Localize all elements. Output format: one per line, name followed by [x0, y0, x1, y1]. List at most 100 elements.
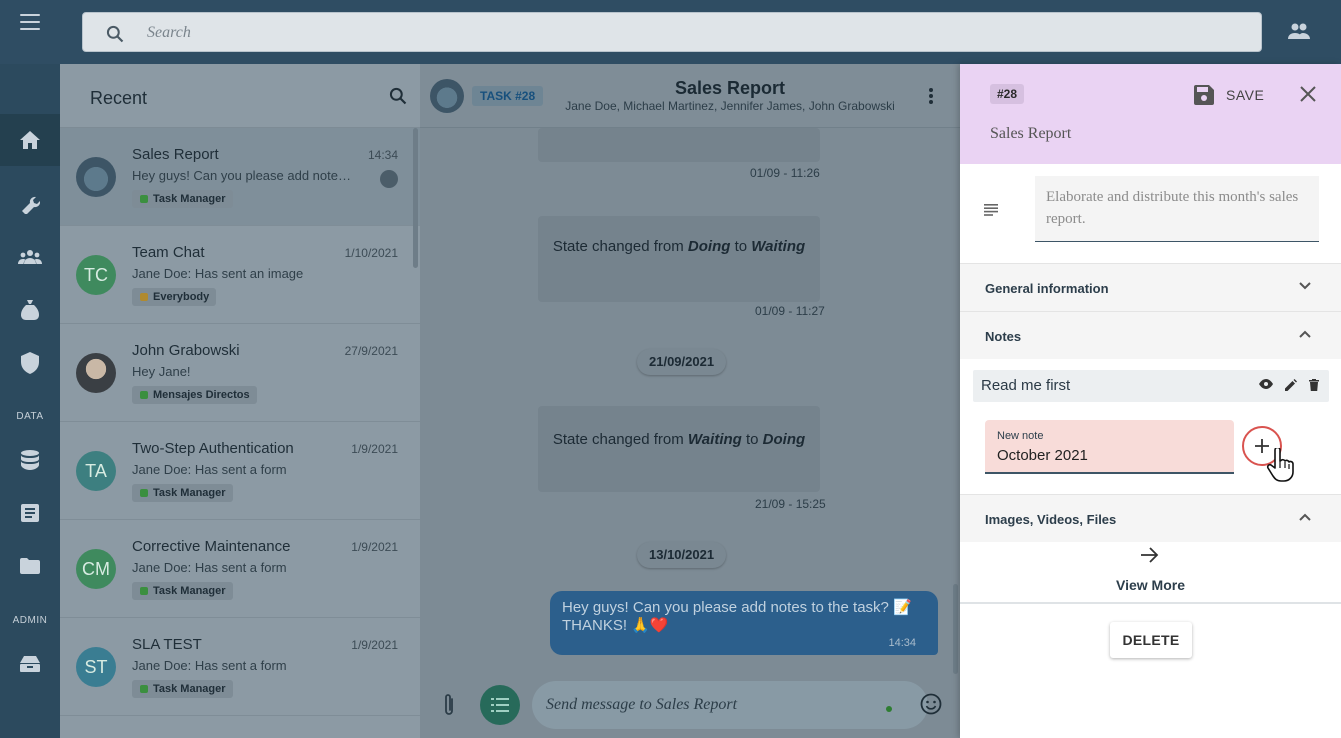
view-more-link[interactable]: View More [960, 542, 1341, 604]
system-message: State changed from Doing to Waiting [538, 216, 820, 302]
task-list-button[interactable] [480, 685, 520, 725]
save-button[interactable]: SAVE [1194, 84, 1264, 106]
document-icon [21, 504, 39, 522]
database-icon [21, 450, 39, 470]
delete-button[interactable]: DELETE [1110, 622, 1192, 658]
chat-name: Team Chat [132, 244, 205, 261]
tag-color-icon [140, 391, 148, 399]
chat-list-item[interactable]: TC Team Chat 1/10/2021 Jane Doe: Has sent a… [60, 226, 420, 324]
chat-avatar [76, 157, 116, 197]
chat-tag: Task Manager [132, 484, 233, 502]
chat-header: TASK #28 Sales Report Jane Doe, Michael … [420, 64, 960, 128]
tag-label: Everybody [153, 291, 210, 303]
description-field[interactable]: Elaborate and distribute this month's sa… [1035, 176, 1319, 242]
hamburger-menu-icon[interactable] [18, 12, 42, 32]
chat-snippet: Hey guys! Can you please add note… [132, 168, 351, 183]
wrench-icon [22, 196, 40, 214]
connection-dot [886, 706, 892, 712]
app-window: DATA ADMIN Recent Sales Report 14:34 Hey g… [0, 0, 1341, 738]
composer [420, 676, 960, 738]
section-label: Notes [985, 329, 1022, 344]
chat-name: SLA TEST [132, 636, 202, 653]
chat-avatar: TC [76, 255, 116, 295]
note-item[interactable]: Read me first [973, 370, 1329, 402]
section-images-videos-files[interactable]: Images, Videos, Files [960, 494, 1341, 542]
chat-tag: Task Manager [132, 582, 233, 600]
chat-tag: Mensajes Directos [132, 386, 257, 404]
save-label: SAVE [1226, 87, 1265, 103]
note-actions [1259, 379, 1319, 391]
search-input[interactable] [147, 21, 1147, 45]
chat-time: 1/10/2021 [344, 246, 398, 260]
section-label: Images, Videos, Files [985, 512, 1117, 527]
chat-avatar: CM [76, 549, 116, 589]
edit-icon[interactable] [1285, 379, 1297, 391]
tag-color-icon [140, 685, 148, 693]
recent-title: Recent [90, 88, 148, 108]
pin-icon[interactable] [380, 170, 398, 188]
more-vertical-icon[interactable] [924, 86, 938, 106]
close-icon[interactable] [1300, 86, 1316, 102]
chat-tag: Task Manager [132, 680, 233, 698]
sidebar-item-home[interactable] [0, 114, 60, 166]
message-text: State changed from [552, 238, 688, 255]
sidebar-item-security[interactable] [0, 337, 60, 389]
chat-name: Two-Step Authentication [132, 440, 294, 457]
sidebar: DATA ADMIN [0, 64, 60, 738]
contacts-icon[interactable] [1287, 22, 1311, 40]
sidebar-item-tools[interactable] [0, 178, 60, 230]
shield-icon [21, 352, 39, 374]
sidebar-item-groups[interactable] [0, 231, 60, 283]
chat-list-item[interactable]: Sales Report 14:34 Hey guys! Can you pleas… [60, 128, 420, 226]
search-icon[interactable] [388, 86, 408, 106]
sidebar-item-admin[interactable] [0, 638, 60, 690]
tag-color-icon [140, 195, 148, 203]
my-message-bubble[interactable]: Hey guys! Can you please add notes to th… [550, 591, 938, 655]
chat-snippet: Jane Doe: Has sent a form [132, 462, 287, 477]
tag-color-icon [140, 489, 148, 497]
task-detail-panel: #28 SAVE Sales Report Elaborate and dist… [960, 64, 1341, 738]
sidebar-item-documents[interactable] [0, 487, 60, 539]
view-icon[interactable] [1259, 379, 1273, 389]
date-divider: 21/09/2021 [637, 349, 727, 375]
chat-list-item[interactable]: ST SLA TEST 1/9/2021 Jane Doe: Has sent a f… [60, 618, 420, 716]
state-from: Waiting [687, 431, 742, 448]
search-bar[interactable] [82, 12, 1262, 52]
chat-avatar: ST [76, 647, 116, 687]
chat-tag: Everybody [132, 288, 217, 306]
save-icon [1194, 85, 1214, 105]
task-badge[interactable]: TASK #28 [472, 86, 544, 106]
message-time: 14:34 [888, 637, 916, 649]
message-time: 01/09 - 11:26 [750, 166, 820, 180]
message-input[interactable] [532, 681, 928, 729]
chat-time: 27/9/2021 [344, 344, 398, 358]
chat-name: John Grabowski [132, 342, 240, 359]
delete-icon[interactable] [1309, 379, 1319, 391]
chat-title: Sales Report [674, 78, 786, 98]
section-general-information[interactable]: General information [960, 263, 1341, 311]
chevron-up-icon [1299, 330, 1311, 338]
recent-chats-panel: Recent Sales Report 14:34 Hey guys! Can yo… [60, 64, 420, 738]
section-notes[interactable]: Notes [960, 311, 1341, 359]
sidebar-item-files[interactable] [0, 540, 60, 592]
chat-list-item[interactable]: John Grabowski 27/9/2021 Hey Jane! Mensajes… [60, 324, 420, 422]
sidebar-item-bag[interactable] [0, 284, 60, 336]
chat-snippet: Jane Doe: Has sent an image [132, 266, 304, 281]
chat-list-item[interactable]: CM Corrective Maintenance 1/9/2021 Jane Doe… [60, 520, 420, 618]
date-divider: 13/10/2021 [637, 542, 727, 568]
new-note-field[interactable]: New note [985, 420, 1234, 474]
chat-snippet: Jane Doe: Has sent a form [132, 560, 287, 575]
emoji-icon[interactable] [920, 693, 942, 715]
data-section-label: DATA [16, 411, 44, 422]
attach-icon[interactable] [442, 693, 456, 717]
search-icon [106, 25, 124, 43]
chat-list-item[interactable]: TA Two-Step Authentication 1/9/2021 Jane Do… [60, 422, 420, 520]
chat-scrollbar[interactable] [953, 584, 958, 674]
list-scrollbar[interactable] [413, 128, 418, 268]
system-message-partial [538, 128, 820, 162]
message-text: Hey guys! Can you please add notes to th… [562, 599, 912, 634]
message-text: to [741, 431, 763, 448]
sidebar-item-database[interactable] [0, 434, 60, 486]
new-note-input[interactable] [997, 445, 1217, 465]
tag-color-icon [140, 587, 148, 595]
